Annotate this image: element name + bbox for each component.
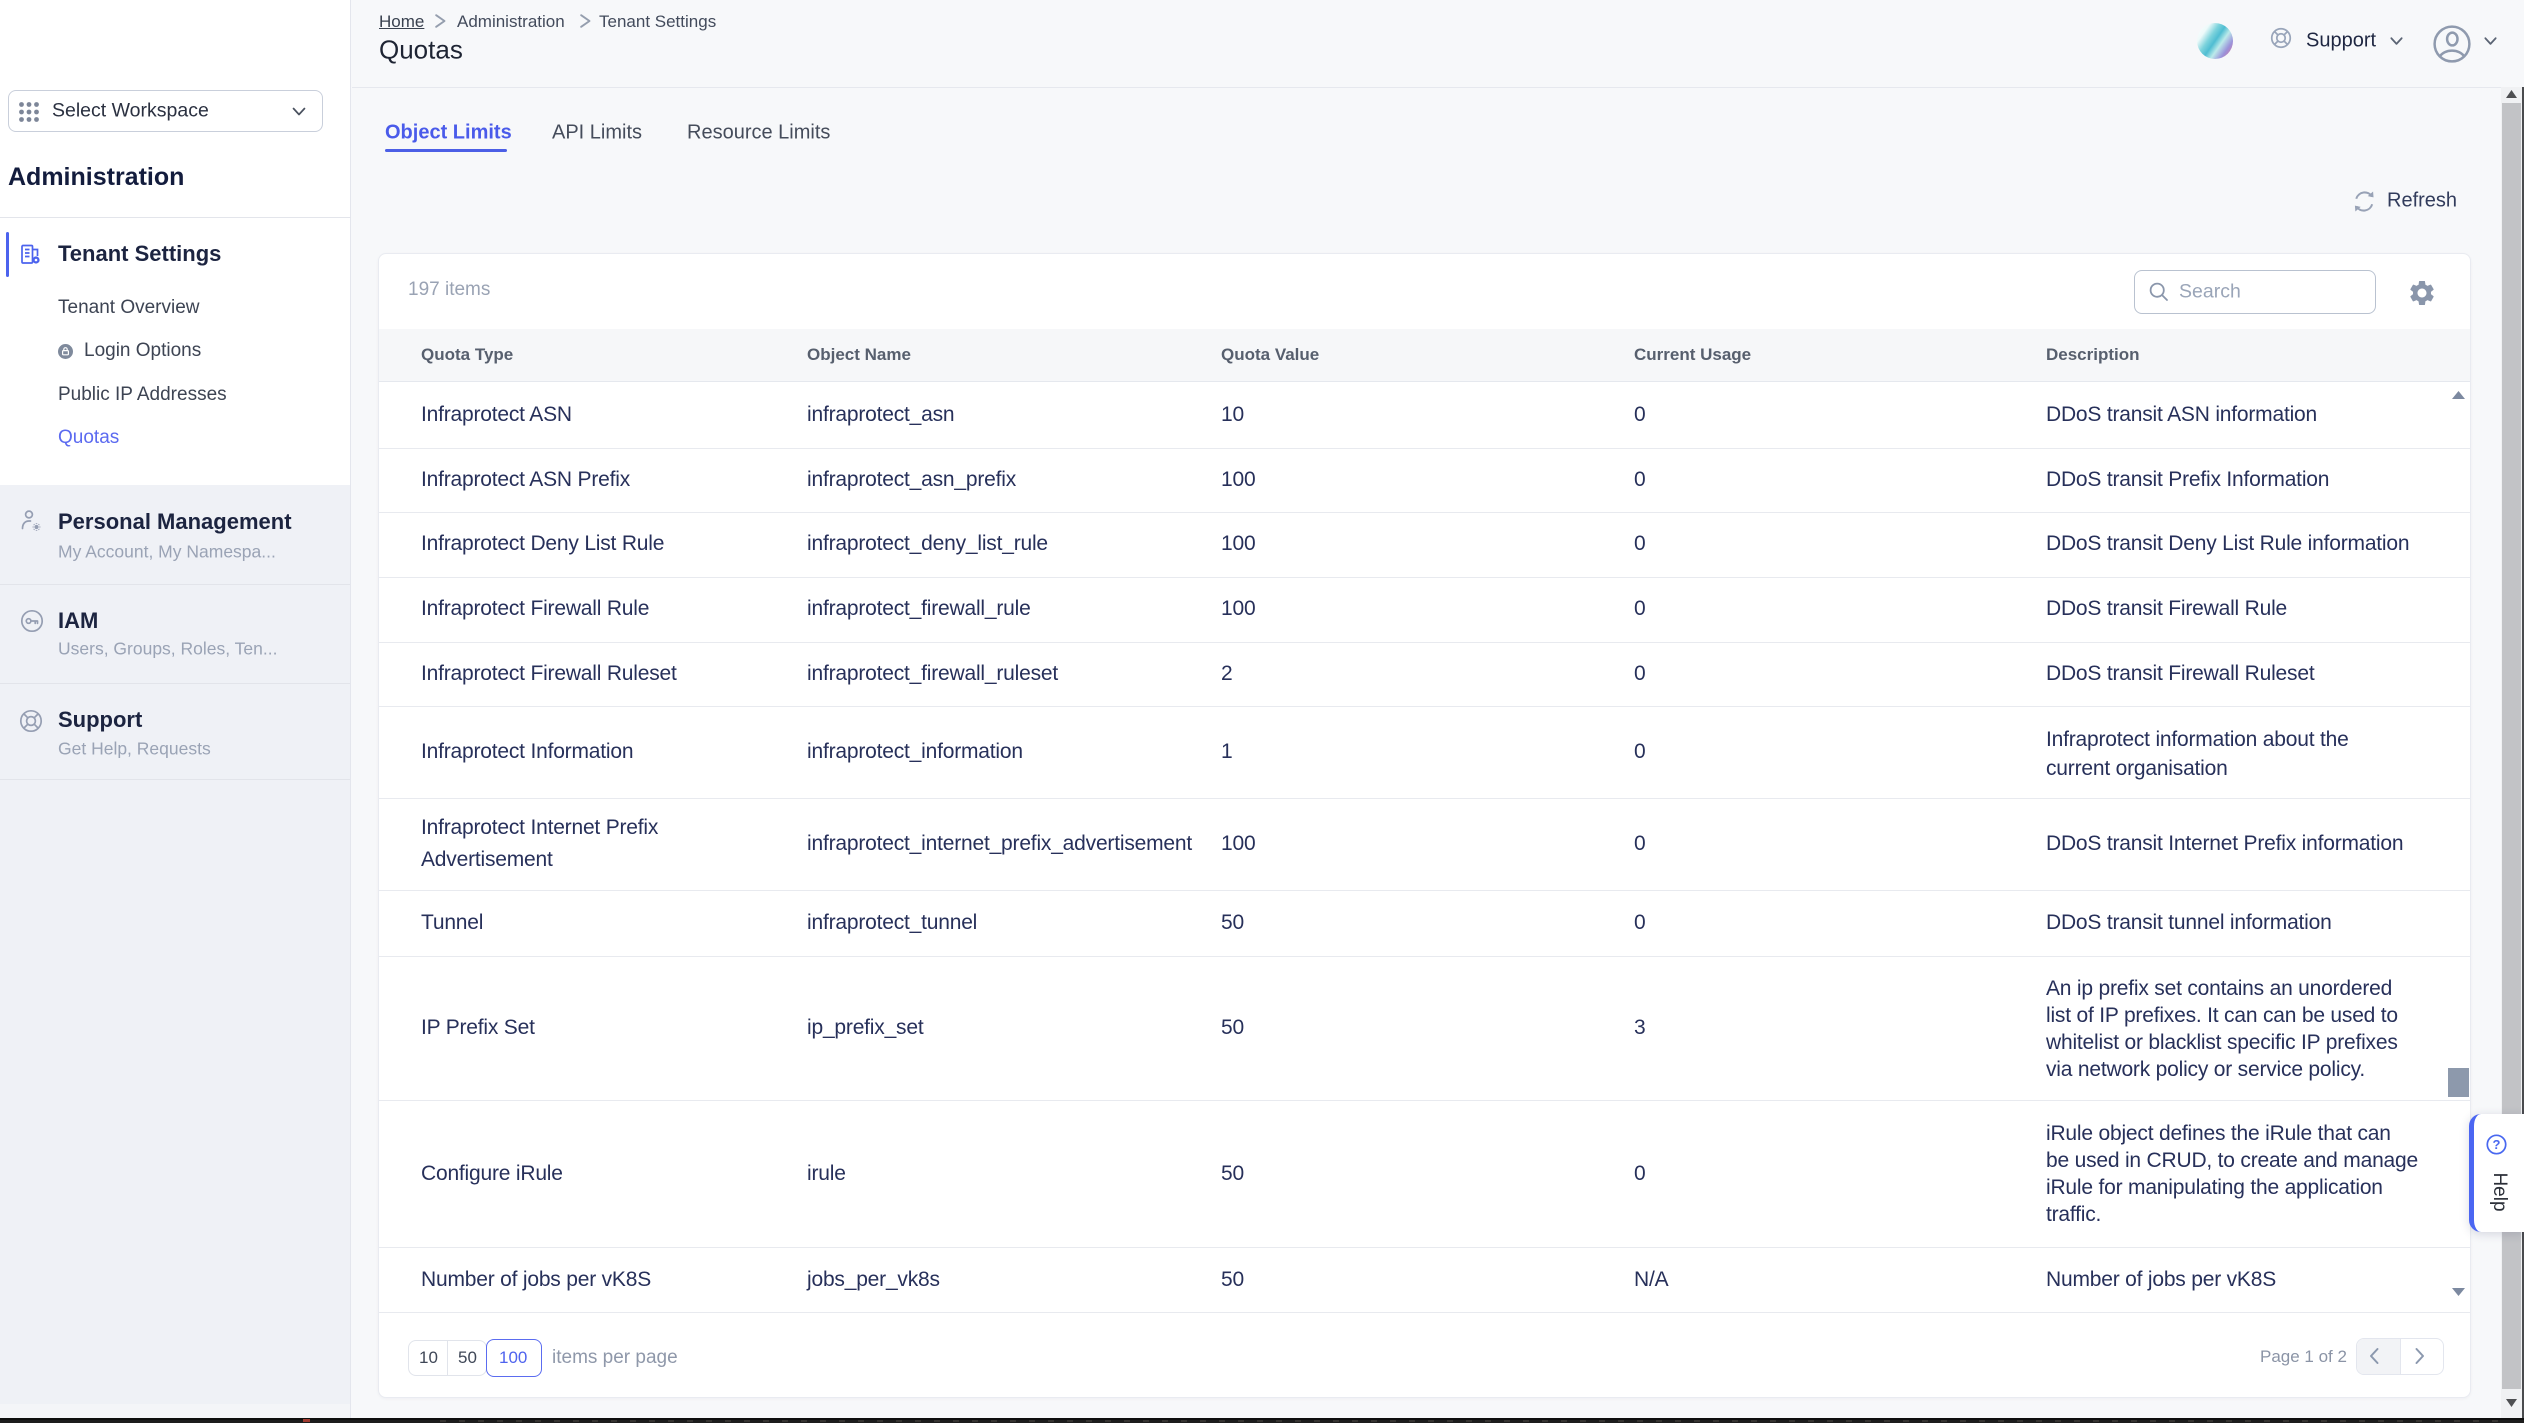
svg-text:?: ? (2493, 1137, 2501, 1152)
